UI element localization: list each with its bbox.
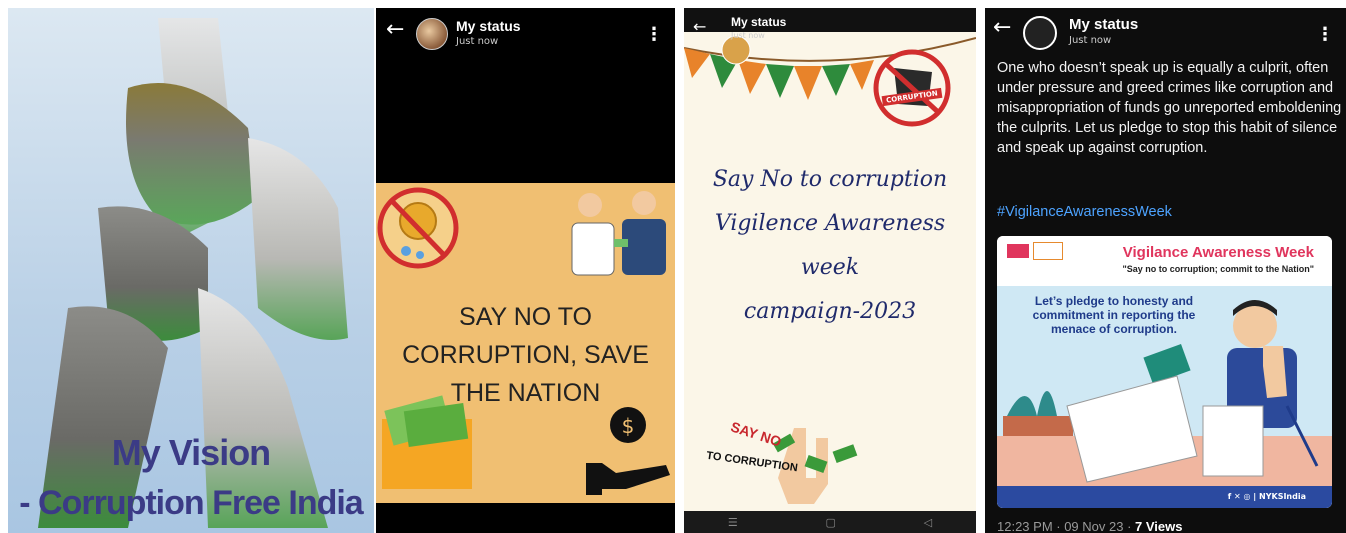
vigilance-card[interactable]: Vigilance Awareness Week "Say no to corr… [997,236,1332,508]
campaign-text: Say No to corruption Vigilence Awareness… [684,158,976,334]
slogan-line-3: THE NATION [450,379,601,407]
post-views: 7 Views [1135,519,1183,533]
card-illustration-area: Let’s pledge to honesty and commitment i… [997,286,1332,508]
more-options-icon[interactable]: ⋮ [1316,24,1334,45]
status-time: Just now [731,31,765,40]
campaign-logo-icon [1033,242,1063,260]
refusing-bribe-illustration [997,300,1332,486]
recent-apps-icon[interactable]: ☰ [728,516,738,529]
card-footer: f ✕ ◎ | NYKSIndia [997,486,1332,508]
vision-subtitle: - Corruption Free India [19,484,363,522]
social-icons: f ✕ ◎ | [1227,492,1259,501]
back-icon[interactable]: ◁ [924,516,932,529]
back-arrow-icon[interactable]: ← [693,15,723,40]
campaign-line-2: Vigilence Awareness [714,211,946,236]
status-time: Just now [456,36,499,47]
campaign-line-1: Say No to corruption [712,167,948,192]
vision-poster: My Vision - Corruption Free India [8,8,374,533]
status-header: ← My status Just now ⋮ [376,8,675,68]
vision-title: My Vision [111,432,271,473]
post-timestamp: 12:23 PM · 09 Nov 23 · [997,519,1136,533]
org-logo-icon [1007,244,1029,258]
slogan-line-1: SAY NO TO [459,303,592,331]
hashtag-link[interactable]: #VigilanceAwarenessWeek [997,204,1172,220]
slogan-line-2: CORRUPTION, SAVE [402,341,649,369]
slogan-card: $ SAY NO TO CORRUPTION, SAVE THE NATION [376,183,675,503]
status-time: Just now [1069,35,1112,46]
slogan-text: SAY NO TO CORRUPTION, SAVE THE NATION [376,298,675,412]
back-arrow-icon[interactable]: ← [386,18,416,42]
more-options-icon[interactable]: ⋮ [645,24,663,45]
home-icon[interactable]: ▢ [826,516,836,529]
back-arrow-icon[interactable]: ← [993,16,1023,40]
post-text: One who doesn’t speak up is equally a cu… [997,60,1342,156]
svg-text:$: $ [622,414,635,438]
status-view-campaign: ← My status Just now CORRUPTION Say No t… [684,8,976,533]
card-title: Vigilance Awareness Week [1122,244,1314,261]
campaign-line-3: week [800,255,860,280]
status-view-post: ← My status Just now ⋮ One who doesn’t s… [985,8,1346,533]
campaign-line-4: campaign-2023 [743,299,917,324]
nyks-handle: NYKSIndia [1259,492,1306,501]
status-title: My status [1069,16,1139,33]
avatar[interactable] [1023,16,1057,50]
post-meta: 12:23 PM · 09 Nov 23 · 7 Views [997,519,1182,533]
android-nav-bar: ☰ ▢ ◁ [684,511,976,533]
card-subtitle: "Say no to corruption; commit to the Nat… [1122,264,1314,274]
status-view-slogan: ← My status Just now ⋮ $ SAY NO TO CORRU… [376,8,675,533]
avatar[interactable] [416,18,448,50]
status-title: My status [731,15,787,29]
status-title: My status [456,18,521,34]
card-header: Vigilance Awareness Week "Say no to corr… [997,236,1332,286]
